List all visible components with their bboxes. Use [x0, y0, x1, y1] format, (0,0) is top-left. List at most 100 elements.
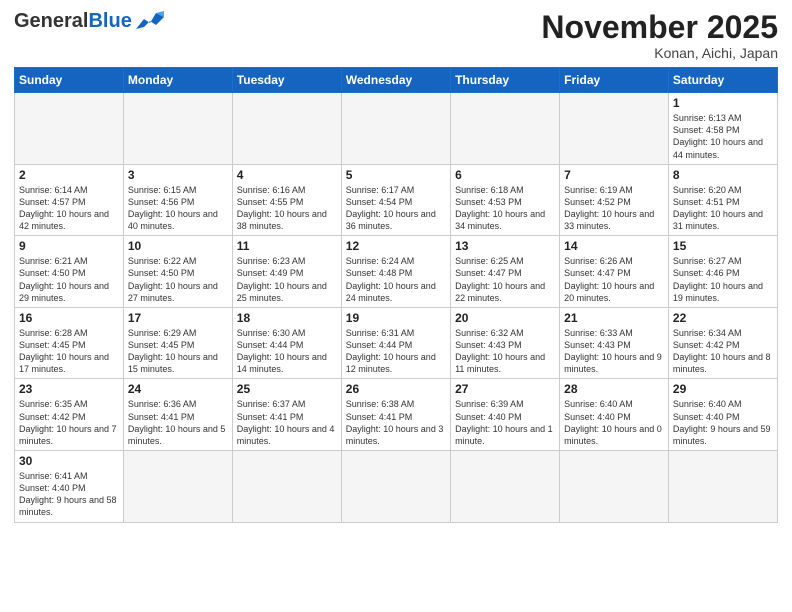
day-cell-22: 22 Sunrise: 6:34 AMSunset: 4:42 PMDayligh…	[668, 307, 777, 379]
day-cell-6: 6 Sunrise: 6:18 AMSunset: 4:53 PMDaylight…	[451, 164, 560, 236]
title-area: November 2025 Konan, Aichi, Japan	[541, 10, 778, 61]
day-cell-10: 10Sunrise: 6:22 AMSunset: 4:50 PMDayligh…	[123, 236, 232, 308]
day-info-16: Sunrise: 6:28 AMSunset: 4:45 PMDaylight:…	[19, 327, 119, 376]
empty-cell	[560, 93, 669, 165]
day-number-24: 24	[128, 382, 228, 396]
calendar-row: 9 Sunrise: 6:21 AMSunset: 4:50 PMDaylight…	[15, 236, 778, 308]
day-info-6: Sunrise: 6:18 AMSunset: 4:53 PMDaylight:…	[455, 184, 555, 233]
day-info-13: Sunrise: 6:25 AMSunset: 4:47 PMDaylight:…	[455, 255, 555, 304]
day-number-20: 20	[455, 311, 555, 325]
day-cell-5: 5Sunrise: 6:17 AMSunset: 4:54 PMDaylight…	[341, 164, 450, 236]
day-info-1: Sunrise: 6:13 AMSunset: 4:58 PMDaylight:…	[673, 112, 773, 161]
day-number-22: 22	[673, 311, 773, 325]
day-cell-24: 24 Sunrise: 6:36 AMSunset: 4:41 PMDayligh…	[123, 379, 232, 451]
header-monday: Monday	[123, 68, 232, 93]
month-title: November 2025	[541, 10, 778, 45]
day-info-26: Sunrise: 6:38 AMSunset: 4:41 PMDaylight:…	[346, 398, 446, 447]
day-number-5: 5	[346, 168, 446, 182]
day-number-27: 27	[455, 382, 555, 396]
day-number-11: 11	[237, 239, 337, 253]
day-number-28: 28	[564, 382, 664, 396]
day-cell-1: 1 Sunrise: 6:13 AMSunset: 4:58 PMDaylight…	[668, 93, 777, 165]
day-number-26: 26	[346, 382, 446, 396]
header-wednesday: Wednesday	[341, 68, 450, 93]
day-cell-3: 3 Sunrise: 6:15 AMSunset: 4:56 PMDaylight…	[123, 164, 232, 236]
day-info-19: Sunrise: 6:31 AMSunset: 4:44 PMDaylight:…	[346, 327, 446, 376]
day-cell-21: 21 Sunrise: 6:33 AMSunset: 4:43 PMDayligh…	[560, 307, 669, 379]
day-info-21: Sunrise: 6:33 AMSunset: 4:43 PMDaylight:…	[564, 327, 664, 376]
day-number-15: 15	[673, 239, 773, 253]
day-number-4: 4	[237, 168, 337, 182]
empty-cell	[451, 451, 560, 523]
empty-cell	[123, 93, 232, 165]
day-info-29: Sunrise: 6:40 AMSunset: 4:40 PMDaylight:…	[673, 398, 773, 447]
day-number-2: 2	[19, 168, 119, 182]
day-number-10: 10	[128, 239, 228, 253]
day-number-1: 1	[673, 96, 773, 110]
day-number-17: 17	[128, 311, 228, 325]
day-info-4: Sunrise: 6:16 AMSunset: 4:55 PMDaylight:…	[237, 184, 337, 233]
day-cell-7: 7 Sunrise: 6:19 AMSunset: 4:52 PMDaylight…	[560, 164, 669, 236]
header-friday: Friday	[560, 68, 669, 93]
day-info-17: Sunrise: 6:29 AMSunset: 4:45 PMDaylight:…	[128, 327, 228, 376]
day-cell-9: 9 Sunrise: 6:21 AMSunset: 4:50 PMDaylight…	[15, 236, 124, 308]
logo-bird-icon	[136, 11, 164, 33]
calendar-row-1: 1 Sunrise: 6:13 AMSunset: 4:58 PMDaylight…	[15, 93, 778, 165]
day-number-21: 21	[564, 311, 664, 325]
calendar: Sunday Monday Tuesday Wednesday Thursday…	[14, 67, 778, 522]
day-cell-28: 28 Sunrise: 6:40 AMSunset: 4:40 PMDayligh…	[560, 379, 669, 451]
empty-cell	[560, 451, 669, 523]
day-cell-2: 2 Sunrise: 6:14 AMSunset: 4:57 PMDaylight…	[15, 164, 124, 236]
day-cell-14: 14 Sunrise: 6:26 AMSunset: 4:47 PMDayligh…	[560, 236, 669, 308]
calendar-row: 16 Sunrise: 6:28 AMSunset: 4:45 PMDayligh…	[15, 307, 778, 379]
day-number-19: 19	[346, 311, 446, 325]
empty-cell	[232, 451, 341, 523]
day-info-28: Sunrise: 6:40 AMSunset: 4:40 PMDaylight:…	[564, 398, 664, 447]
day-cell-30: 30 Sunrise: 6:41 AMSunset: 4:40 PMDayligh…	[15, 451, 124, 523]
empty-cell	[232, 93, 341, 165]
day-number-16: 16	[19, 311, 119, 325]
day-cell-17: 17 Sunrise: 6:29 AMSunset: 4:45 PMDayligh…	[123, 307, 232, 379]
logo-general: General	[14, 10, 88, 32]
day-info-14: Sunrise: 6:26 AMSunset: 4:47 PMDaylight:…	[564, 255, 664, 304]
empty-cell	[341, 451, 450, 523]
day-info-9: Sunrise: 6:21 AMSunset: 4:50 PMDaylight:…	[19, 255, 119, 304]
day-cell-4: 4 Sunrise: 6:16 AMSunset: 4:55 PMDaylight…	[232, 164, 341, 236]
header-sunday: Sunday	[15, 68, 124, 93]
day-cell-15: 15Sunrise: 6:27 AMSunset: 4:46 PMDayligh…	[668, 236, 777, 308]
day-cell-23: 23Sunrise: 6:35 AMSunset: 4:42 PMDayligh…	[15, 379, 124, 451]
header-saturday: Saturday	[668, 68, 777, 93]
day-info-7: Sunrise: 6:19 AMSunset: 4:52 PMDaylight:…	[564, 184, 664, 233]
day-cell-25: 25Sunrise: 6:37 AMSunset: 4:41 PMDayligh…	[232, 379, 341, 451]
logo-blue: Blue	[88, 10, 131, 32]
day-number-29: 29	[673, 382, 773, 396]
day-cell-8: 8Sunrise: 6:20 AMSunset: 4:51 PMDaylight…	[668, 164, 777, 236]
day-info-25: Sunrise: 6:37 AMSunset: 4:41 PMDaylight:…	[237, 398, 337, 447]
day-number-18: 18	[237, 311, 337, 325]
day-cell-13: 13Sunrise: 6:25 AMSunset: 4:47 PMDayligh…	[451, 236, 560, 308]
day-info-12: Sunrise: 6:24 AMSunset: 4:48 PMDaylight:…	[346, 255, 446, 304]
empty-cell	[451, 93, 560, 165]
day-cell-29: 29 Sunrise: 6:40 AMSunset: 4:40 PMDayligh…	[668, 379, 777, 451]
day-info-18: Sunrise: 6:30 AMSunset: 4:44 PMDaylight:…	[237, 327, 337, 376]
day-info-22: Sunrise: 6:34 AMSunset: 4:42 PMDaylight:…	[673, 327, 773, 376]
day-info-30: Sunrise: 6:41 AMSunset: 4:40 PMDaylight:…	[19, 470, 119, 519]
day-number-9: 9	[19, 239, 119, 253]
day-info-24: Sunrise: 6:36 AMSunset: 4:41 PMDaylight:…	[128, 398, 228, 447]
empty-cell	[341, 93, 450, 165]
day-cell-19: 19 Sunrise: 6:31 AMSunset: 4:44 PMDayligh…	[341, 307, 450, 379]
day-cell-26: 26 Sunrise: 6:38 AMSunset: 4:41 PMDayligh…	[341, 379, 450, 451]
day-number-3: 3	[128, 168, 228, 182]
day-number-14: 14	[564, 239, 664, 253]
empty-cell	[15, 93, 124, 165]
day-number-7: 7	[564, 168, 664, 182]
empty-cell	[123, 451, 232, 523]
day-info-2: Sunrise: 6:14 AMSunset: 4:57 PMDaylight:…	[19, 184, 119, 233]
header-thursday: Thursday	[451, 68, 560, 93]
day-info-8: Sunrise: 6:20 AMSunset: 4:51 PMDaylight:…	[673, 184, 773, 233]
day-info-3: Sunrise: 6:15 AMSunset: 4:56 PMDaylight:…	[128, 184, 228, 233]
day-number-30: 30	[19, 454, 119, 468]
day-cell-11: 11Sunrise: 6:23 AMSunset: 4:49 PMDayligh…	[232, 236, 341, 308]
day-number-6: 6	[455, 168, 555, 182]
day-cell-12: 12Sunrise: 6:24 AMSunset: 4:48 PMDayligh…	[341, 236, 450, 308]
